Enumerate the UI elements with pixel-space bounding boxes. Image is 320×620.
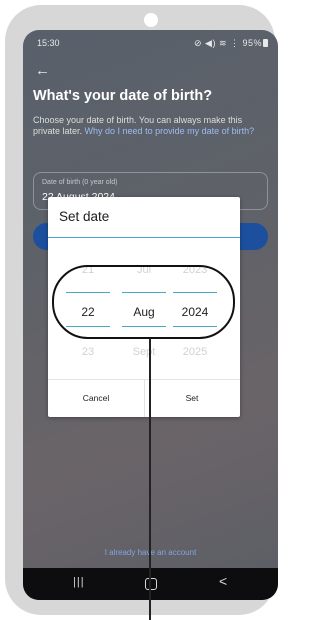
intro-text: Choose your date of birth. You can alway… <box>33 115 269 137</box>
battery-icon <box>263 39 268 47</box>
nav-back-icon[interactable]: < <box>219 573 227 589</box>
cancel-button[interactable]: Cancel <box>48 393 144 403</box>
set-button[interactable]: Set <box>144 393 240 403</box>
back-arrow-icon[interactable]: ← <box>35 62 50 79</box>
status-time: 15:30 <box>37 38 60 48</box>
picker-highlight-annotation <box>52 265 235 339</box>
recent-apps-icon[interactable]: ||| <box>73 576 85 588</box>
home-icon[interactable] <box>145 578 157 590</box>
status-icons-text: ⊘ ◀) ≋ ⋮ 95% <box>193 38 262 48</box>
page-title: What's your date of birth? <box>33 88 213 104</box>
year-next[interactable]: 2025 <box>173 346 217 358</box>
why-provide-link[interactable]: Why do I need to provide my date of birt… <box>85 126 255 136</box>
annotation-pointer-line <box>149 338 151 620</box>
day-next[interactable]: 23 <box>66 346 110 358</box>
status-bar: 15:30 ⊘ ◀) ≋ ⋮ 95% <box>23 30 278 56</box>
date-of-birth-label: Date of birth (0 year old) <box>42 179 118 186</box>
status-icons: ⊘ ◀) ≋ ⋮ 95% <box>194 38 268 49</box>
month-next[interactable]: Sept <box>122 346 166 358</box>
front-camera <box>144 13 158 27</box>
